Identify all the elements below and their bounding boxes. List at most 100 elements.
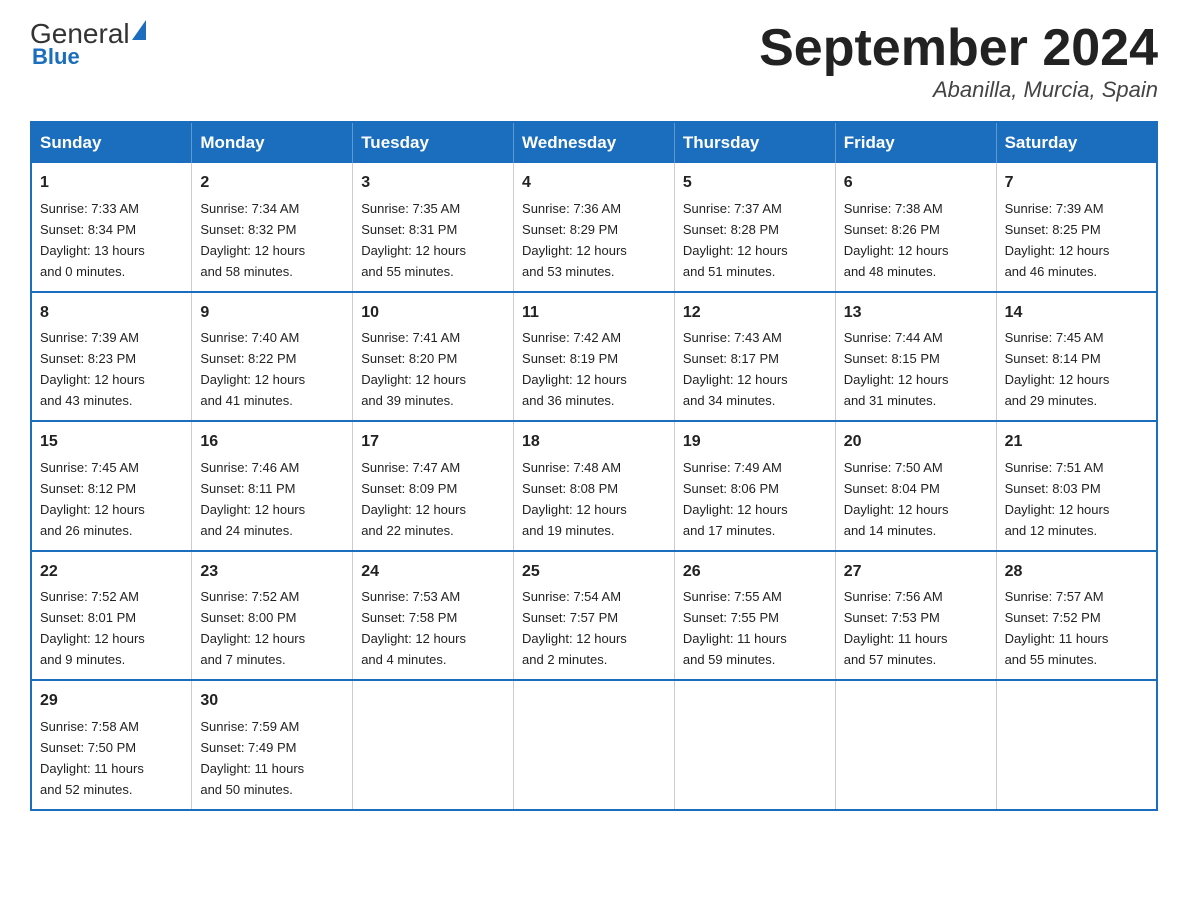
day-info: Sunrise: 7:48 AMSunset: 8:08 PMDaylight:… <box>522 460 627 538</box>
week-row-2: 8 Sunrise: 7:39 AMSunset: 8:23 PMDayligh… <box>31 292 1157 421</box>
day-cell: 25 Sunrise: 7:54 AMSunset: 7:57 PMDaylig… <box>514 551 675 680</box>
day-info: Sunrise: 7:51 AMSunset: 8:03 PMDaylight:… <box>1005 460 1110 538</box>
logo-triangle-icon <box>132 20 146 40</box>
day-info: Sunrise: 7:52 AMSunset: 8:01 PMDaylight:… <box>40 589 145 667</box>
day-number: 8 <box>40 301 183 326</box>
day-number: 30 <box>200 689 344 714</box>
day-cell: 22 Sunrise: 7:52 AMSunset: 8:01 PMDaylig… <box>31 551 192 680</box>
day-number: 23 <box>200 560 344 585</box>
header-row: SundayMondayTuesdayWednesdayThursdayFrid… <box>31 122 1157 163</box>
day-number: 20 <box>844 430 988 455</box>
day-info: Sunrise: 7:41 AMSunset: 8:20 PMDaylight:… <box>361 330 466 408</box>
day-cell <box>674 680 835 809</box>
day-number: 17 <box>361 430 505 455</box>
day-number: 14 <box>1005 301 1148 326</box>
logo: General Blue <box>30 20 146 70</box>
day-number: 22 <box>40 560 183 585</box>
day-number: 5 <box>683 171 827 196</box>
column-header-wednesday: Wednesday <box>514 122 675 163</box>
day-number: 28 <box>1005 560 1148 585</box>
day-info: Sunrise: 7:59 AMSunset: 7:49 PMDaylight:… <box>200 719 304 797</box>
day-number: 2 <box>200 171 344 196</box>
day-cell: 16 Sunrise: 7:46 AMSunset: 8:11 PMDaylig… <box>192 421 353 550</box>
day-info: Sunrise: 7:35 AMSunset: 8:31 PMDaylight:… <box>361 201 466 279</box>
day-cell: 24 Sunrise: 7:53 AMSunset: 7:58 PMDaylig… <box>353 551 514 680</box>
day-cell <box>353 680 514 809</box>
day-cell: 15 Sunrise: 7:45 AMSunset: 8:12 PMDaylig… <box>31 421 192 550</box>
day-info: Sunrise: 7:54 AMSunset: 7:57 PMDaylight:… <box>522 589 627 667</box>
day-cell: 1 Sunrise: 7:33 AMSunset: 8:34 PMDayligh… <box>31 163 192 291</box>
day-cell: 12 Sunrise: 7:43 AMSunset: 8:17 PMDaylig… <box>674 292 835 421</box>
day-cell: 10 Sunrise: 7:41 AMSunset: 8:20 PMDaylig… <box>353 292 514 421</box>
day-info: Sunrise: 7:34 AMSunset: 8:32 PMDaylight:… <box>200 201 305 279</box>
day-info: Sunrise: 7:36 AMSunset: 8:29 PMDaylight:… <box>522 201 627 279</box>
day-cell: 7 Sunrise: 7:39 AMSunset: 8:25 PMDayligh… <box>996 163 1157 291</box>
day-cell <box>835 680 996 809</box>
day-cell <box>996 680 1157 809</box>
calendar-title: September 2024 <box>759 20 1158 77</box>
day-cell: 26 Sunrise: 7:55 AMSunset: 7:55 PMDaylig… <box>674 551 835 680</box>
day-number: 1 <box>40 171 183 196</box>
day-info: Sunrise: 7:56 AMSunset: 7:53 PMDaylight:… <box>844 589 948 667</box>
day-info: Sunrise: 7:58 AMSunset: 7:50 PMDaylight:… <box>40 719 144 797</box>
day-number: 11 <box>522 301 666 326</box>
day-number: 19 <box>683 430 827 455</box>
day-number: 6 <box>844 171 988 196</box>
day-cell: 27 Sunrise: 7:56 AMSunset: 7:53 PMDaylig… <box>835 551 996 680</box>
day-number: 18 <box>522 430 666 455</box>
day-number: 4 <box>522 171 666 196</box>
day-number: 12 <box>683 301 827 326</box>
day-info: Sunrise: 7:40 AMSunset: 8:22 PMDaylight:… <box>200 330 305 408</box>
day-info: Sunrise: 7:43 AMSunset: 8:17 PMDaylight:… <box>683 330 788 408</box>
column-header-saturday: Saturday <box>996 122 1157 163</box>
calendar-subtitle: Abanilla, Murcia, Spain <box>759 77 1158 103</box>
day-cell: 11 Sunrise: 7:42 AMSunset: 8:19 PMDaylig… <box>514 292 675 421</box>
day-info: Sunrise: 7:44 AMSunset: 8:15 PMDaylight:… <box>844 330 949 408</box>
day-cell: 6 Sunrise: 7:38 AMSunset: 8:26 PMDayligh… <box>835 163 996 291</box>
day-cell: 14 Sunrise: 7:45 AMSunset: 8:14 PMDaylig… <box>996 292 1157 421</box>
day-number: 10 <box>361 301 505 326</box>
day-info: Sunrise: 7:45 AMSunset: 8:12 PMDaylight:… <box>40 460 145 538</box>
day-cell: 8 Sunrise: 7:39 AMSunset: 8:23 PMDayligh… <box>31 292 192 421</box>
day-number: 29 <box>40 689 183 714</box>
day-cell: 2 Sunrise: 7:34 AMSunset: 8:32 PMDayligh… <box>192 163 353 291</box>
day-cell: 18 Sunrise: 7:48 AMSunset: 8:08 PMDaylig… <box>514 421 675 550</box>
page-header: General Blue September 2024 Abanilla, Mu… <box>30 20 1158 103</box>
day-info: Sunrise: 7:55 AMSunset: 7:55 PMDaylight:… <box>683 589 787 667</box>
day-info: Sunrise: 7:45 AMSunset: 8:14 PMDaylight:… <box>1005 330 1110 408</box>
day-info: Sunrise: 7:37 AMSunset: 8:28 PMDaylight:… <box>683 201 788 279</box>
day-number: 13 <box>844 301 988 326</box>
week-row-1: 1 Sunrise: 7:33 AMSunset: 8:34 PMDayligh… <box>31 163 1157 291</box>
day-info: Sunrise: 7:57 AMSunset: 7:52 PMDaylight:… <box>1005 589 1109 667</box>
day-number: 15 <box>40 430 183 455</box>
day-info: Sunrise: 7:46 AMSunset: 8:11 PMDaylight:… <box>200 460 305 538</box>
day-number: 25 <box>522 560 666 585</box>
day-number: 27 <box>844 560 988 585</box>
day-info: Sunrise: 7:50 AMSunset: 8:04 PMDaylight:… <box>844 460 949 538</box>
column-header-friday: Friday <box>835 122 996 163</box>
day-cell: 17 Sunrise: 7:47 AMSunset: 8:09 PMDaylig… <box>353 421 514 550</box>
column-header-monday: Monday <box>192 122 353 163</box>
day-info: Sunrise: 7:39 AMSunset: 8:25 PMDaylight:… <box>1005 201 1110 279</box>
title-area: September 2024 Abanilla, Murcia, Spain <box>759 20 1158 103</box>
day-cell: 13 Sunrise: 7:44 AMSunset: 8:15 PMDaylig… <box>835 292 996 421</box>
day-cell: 28 Sunrise: 7:57 AMSunset: 7:52 PMDaylig… <box>996 551 1157 680</box>
day-info: Sunrise: 7:49 AMSunset: 8:06 PMDaylight:… <box>683 460 788 538</box>
day-cell: 3 Sunrise: 7:35 AMSunset: 8:31 PMDayligh… <box>353 163 514 291</box>
day-number: 7 <box>1005 171 1148 196</box>
column-header-sunday: Sunday <box>31 122 192 163</box>
day-cell: 20 Sunrise: 7:50 AMSunset: 8:04 PMDaylig… <box>835 421 996 550</box>
week-row-4: 22 Sunrise: 7:52 AMSunset: 8:01 PMDaylig… <box>31 551 1157 680</box>
day-cell: 19 Sunrise: 7:49 AMSunset: 8:06 PMDaylig… <box>674 421 835 550</box>
day-number: 16 <box>200 430 344 455</box>
day-info: Sunrise: 7:38 AMSunset: 8:26 PMDaylight:… <box>844 201 949 279</box>
day-cell: 21 Sunrise: 7:51 AMSunset: 8:03 PMDaylig… <box>996 421 1157 550</box>
day-cell: 29 Sunrise: 7:58 AMSunset: 7:50 PMDaylig… <box>31 680 192 809</box>
column-header-tuesday: Tuesday <box>353 122 514 163</box>
day-cell: 23 Sunrise: 7:52 AMSunset: 8:00 PMDaylig… <box>192 551 353 680</box>
day-number: 24 <box>361 560 505 585</box>
day-cell: 4 Sunrise: 7:36 AMSunset: 8:29 PMDayligh… <box>514 163 675 291</box>
day-cell <box>514 680 675 809</box>
day-number: 9 <box>200 301 344 326</box>
day-number: 3 <box>361 171 505 196</box>
